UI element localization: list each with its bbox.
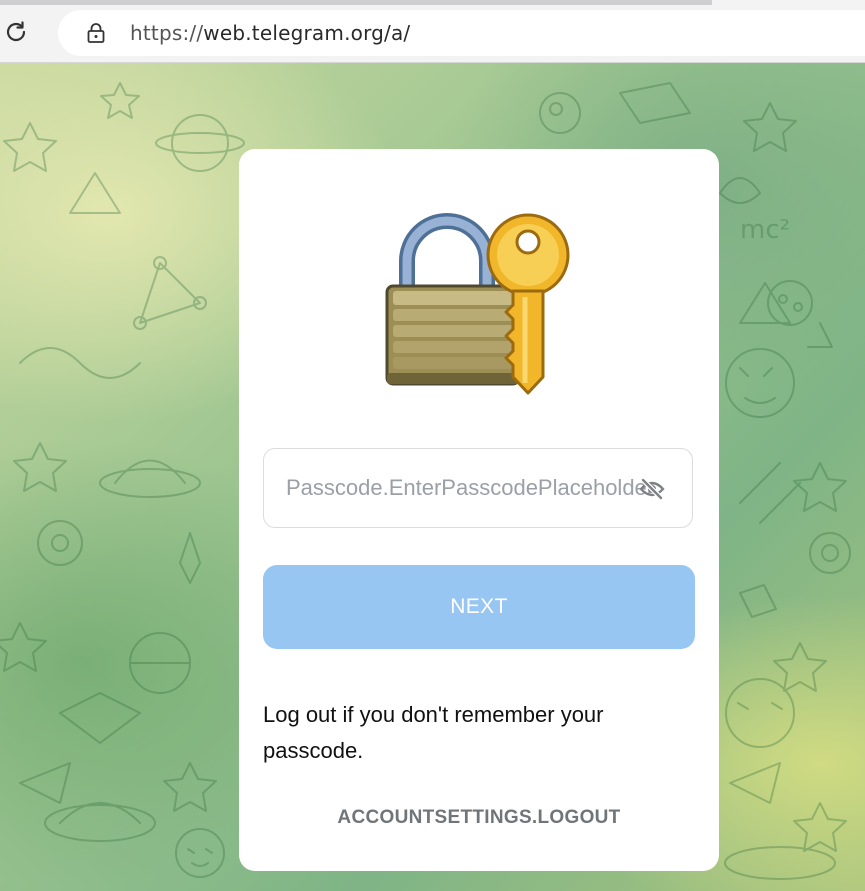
passcode-input[interactable] (264, 449, 692, 527)
svg-text:mc²: mc² (740, 215, 790, 245)
browser-toolbar: https://web.telegram.org/a/ (0, 0, 865, 63)
logout-hint-text: Log out if you don't remember your passc… (263, 702, 604, 763)
url-scheme: https:// (130, 21, 204, 45)
url-text[interactable]: https://web.telegram.org/a/ (130, 21, 410, 45)
next-button[interactable]: NEXT (263, 565, 695, 649)
locked-with-key-icon (385, 213, 570, 395)
app-root: https://web.telegram.org/a/ mc² NEXT Log… (0, 0, 865, 891)
reload-icon[interactable] (2, 18, 30, 46)
eye-closed-icon[interactable] (638, 475, 666, 503)
passcode-field[interactable] (263, 448, 693, 528)
tab-strip-edge (0, 0, 712, 5)
passcode-card: NEXT Log out if you don't remember your … (239, 149, 719, 871)
address-bar[interactable]: https://web.telegram.org/a/ (58, 10, 865, 56)
url-host-path: web.telegram.org/a/ (203, 21, 411, 45)
logout-button[interactable]: ACCOUNTSETTINGS.LOGOUT (239, 807, 719, 829)
padlock-icon[interactable] (86, 22, 106, 44)
